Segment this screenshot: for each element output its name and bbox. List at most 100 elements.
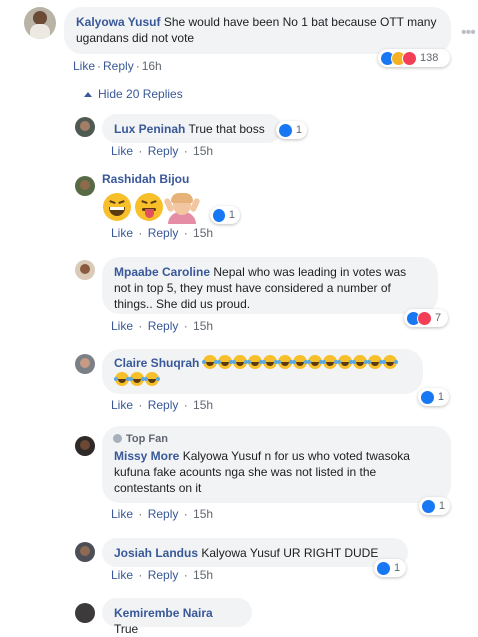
face-with-tears-of-joy-icon bbox=[128, 372, 145, 386]
avatar[interactable] bbox=[75, 117, 95, 137]
like-reaction-icon bbox=[278, 122, 293, 138]
comment-time[interactable]: 15h bbox=[193, 319, 213, 333]
comment-author[interactable]: Mpaabe Caroline bbox=[114, 265, 210, 279]
reaction-summary[interactable]: 1 bbox=[419, 497, 450, 515]
comment-actions: Like · Reply · 15h bbox=[111, 319, 214, 333]
like-link[interactable]: Like bbox=[111, 507, 133, 521]
reaction-summary[interactable]: 7 bbox=[404, 309, 448, 327]
reaction-count: 1 bbox=[437, 391, 444, 403]
comment-actions: Like · Reply · 15h bbox=[111, 568, 214, 582]
avatar[interactable] bbox=[75, 603, 95, 623]
comment-text: True bbox=[114, 622, 139, 636]
reaction-count: 7 bbox=[435, 312, 442, 324]
reaction-summary[interactable]: 1 bbox=[374, 559, 406, 577]
emoji-row bbox=[103, 192, 213, 224]
face-with-tongue-icon bbox=[135, 193, 163, 221]
comment-author[interactable]: Claire Shuqrah bbox=[114, 356, 199, 370]
comment-bubble: Lux Peninah True that boss bbox=[102, 114, 282, 143]
avatar[interactable] bbox=[75, 354, 95, 374]
comment-actions: Like · Reply · 15h bbox=[111, 507, 214, 521]
face-with-tears-of-joy-icon bbox=[322, 355, 339, 369]
face-with-tears-of-joy-icon bbox=[382, 355, 399, 369]
face-with-tears-of-joy-icon bbox=[143, 372, 160, 386]
comment-time[interactable]: 15h bbox=[193, 226, 213, 240]
comment-actions: Like · Reply · 15h bbox=[111, 226, 214, 240]
face-with-tears-of-joy-icon bbox=[337, 355, 354, 369]
top-fan-badge: Top Fan bbox=[113, 433, 168, 445]
reply-link[interactable]: Reply bbox=[148, 507, 179, 521]
comment-author[interactable]: Rashidah Bijou bbox=[102, 172, 189, 186]
grinning-squinting-face-icon bbox=[103, 193, 131, 221]
hide-replies-label: Hide 20 Replies bbox=[98, 87, 183, 101]
like-link[interactable]: Like bbox=[73, 59, 95, 73]
comment-time[interactable]: 16h bbox=[142, 59, 162, 73]
avatar[interactable] bbox=[75, 436, 95, 456]
comment-bubble: Mpaabe Caroline Nepal who was leading in… bbox=[102, 257, 438, 314]
comment-author[interactable]: Josiah Landus bbox=[114, 546, 198, 560]
reply-link[interactable]: Reply bbox=[148, 144, 179, 158]
avatar[interactable] bbox=[24, 7, 56, 39]
comment-time[interactable]: 15h bbox=[193, 398, 213, 412]
face-with-tears-of-joy-icon bbox=[202, 355, 219, 369]
comment-author[interactable]: Lux Peninah bbox=[114, 122, 185, 136]
face-with-tears-of-joy-icon bbox=[292, 355, 309, 369]
reaction-count: 138 bbox=[420, 52, 439, 64]
reply-link[interactable]: Reply bbox=[148, 319, 179, 333]
comment-text: Kalyowa Yusuf UR RIGHT DUDE bbox=[201, 546, 379, 560]
face-with-tears-of-joy-icon bbox=[217, 355, 234, 369]
love-reaction-icon bbox=[402, 50, 417, 66]
avatar[interactable] bbox=[75, 176, 95, 196]
like-link[interactable]: Like bbox=[111, 398, 133, 412]
comment-bubble: Kalyowa Yusuf She would have been No 1 b… bbox=[64, 7, 451, 54]
hide-replies-toggle[interactable]: Hide 20 Replies bbox=[84, 87, 183, 101]
comment-author[interactable]: Kemirembe Naira bbox=[114, 606, 213, 620]
reply-link[interactable]: Reply bbox=[148, 568, 179, 582]
comment-actions: Like · Reply · 15h bbox=[111, 398, 214, 412]
face-with-tears-of-joy-icon bbox=[247, 355, 264, 369]
comment-author[interactable]: Kalyowa Yusuf bbox=[76, 15, 160, 29]
comment-text: True that boss bbox=[188, 122, 265, 136]
face-with-tears-of-joy-icon bbox=[262, 355, 279, 369]
comment-bubble: Claire Shuqrah bbox=[102, 349, 423, 394]
reply-link[interactable]: Reply bbox=[148, 398, 179, 412]
comment-bubble: Josiah Landus Kalyowa Yusuf UR RIGHT DUD… bbox=[102, 538, 408, 567]
avatar[interactable] bbox=[75, 260, 95, 280]
like-reaction-icon bbox=[376, 560, 391, 576]
like-reaction-icon bbox=[421, 498, 436, 514]
reaction-count: 1 bbox=[295, 124, 302, 136]
reaction-summary[interactable]: 1 bbox=[418, 388, 449, 406]
comment-time[interactable]: 15h bbox=[193, 144, 213, 158]
like-link[interactable]: Like bbox=[111, 226, 133, 240]
face-with-tears-of-joy-icon bbox=[113, 372, 130, 386]
reply-link[interactable]: Reply bbox=[148, 226, 179, 240]
face-with-tears-of-joy-icon bbox=[367, 355, 384, 369]
like-link[interactable]: Like bbox=[111, 568, 133, 582]
reaction-summary[interactable]: 1 bbox=[276, 121, 307, 139]
reaction-summary[interactable]: 138 bbox=[378, 49, 450, 67]
more-options-icon[interactable]: ••• bbox=[461, 24, 476, 42]
reaction-summary[interactable]: 1 bbox=[210, 206, 240, 224]
comment-time[interactable]: 15h bbox=[193, 568, 213, 582]
comment-author-row: Rashidah Bijou bbox=[102, 172, 189, 186]
comment-bubble: Kemirembe Naira True bbox=[102, 598, 252, 636]
face-with-tears-of-joy-icon bbox=[352, 355, 369, 369]
collapse-arrow-icon bbox=[84, 92, 92, 97]
face-with-tears-of-joy-icon bbox=[307, 355, 324, 369]
face-with-tears-of-joy-icon bbox=[232, 355, 249, 369]
comment-actions: Like · Reply · 16h bbox=[73, 59, 162, 73]
comment-actions: Like · Reply · 15h bbox=[111, 144, 214, 158]
face-with-tears-of-joy-icon bbox=[277, 355, 294, 369]
top-fan-icon bbox=[113, 434, 122, 443]
reply-link[interactable]: Reply bbox=[103, 59, 134, 73]
like-link[interactable]: Like bbox=[111, 144, 133, 158]
avatar[interactable] bbox=[75, 542, 95, 562]
like-reaction-icon bbox=[420, 389, 435, 405]
like-link[interactable]: Like bbox=[111, 319, 133, 333]
like-reaction-icon bbox=[212, 207, 226, 223]
reaction-count: 1 bbox=[438, 500, 445, 512]
comment-time[interactable]: 15h bbox=[193, 507, 213, 521]
reaction-count: 1 bbox=[228, 209, 235, 221]
reaction-count: 1 bbox=[394, 562, 401, 574]
comment-author[interactable]: Missy More bbox=[114, 449, 179, 463]
love-reaction-icon bbox=[417, 310, 432, 326]
